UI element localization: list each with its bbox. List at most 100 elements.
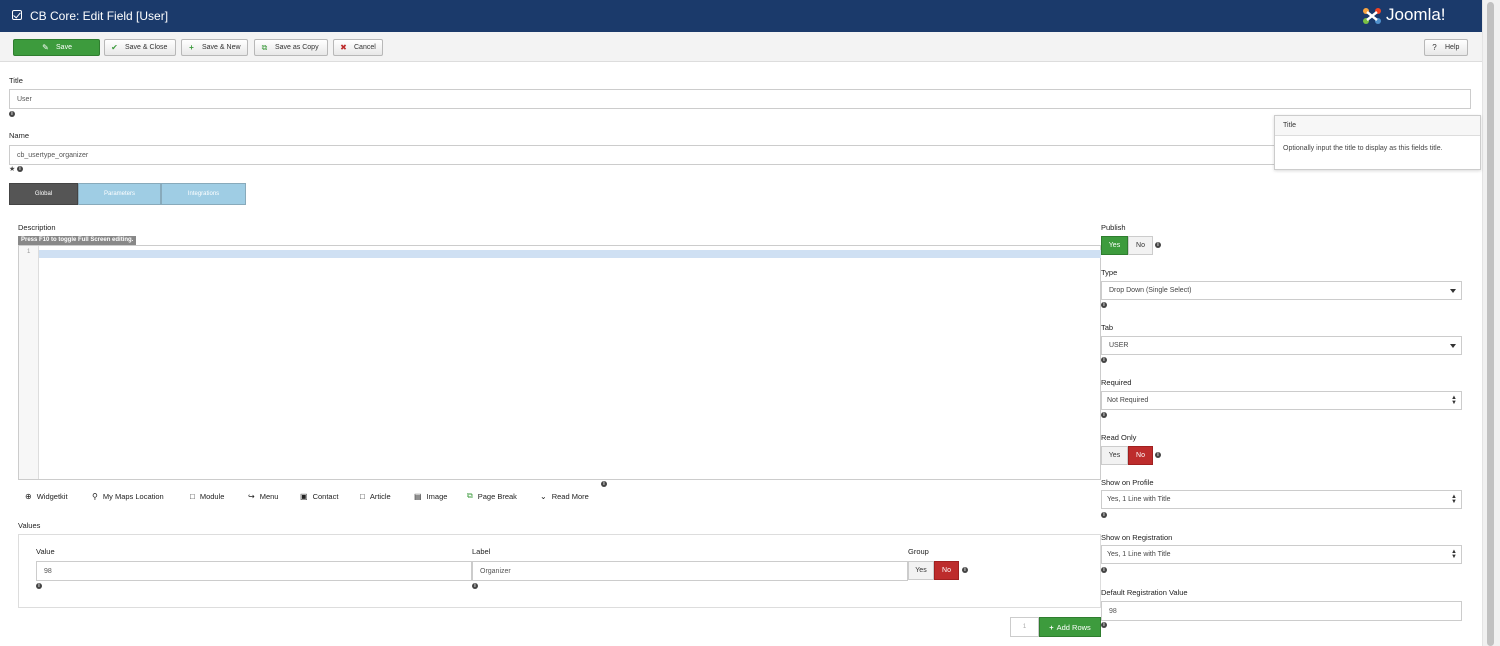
label-column-header: Label	[472, 547, 491, 556]
title-label: Title	[9, 76, 23, 85]
rows-count-input[interactable]: 1	[1010, 617, 1039, 637]
info-icon[interactable]: i	[36, 583, 42, 589]
group-no-option[interactable]: No	[934, 561, 959, 580]
file-icon: □	[190, 491, 195, 501]
info-icon[interactable]: i	[9, 111, 15, 117]
page-title: CB Core: Edit Field [User]	[30, 9, 169, 23]
show-on-profile-select[interactable]: Yes, 1 Line with Title ▲ ▼	[1101, 490, 1462, 509]
edit-icon: ✎	[42, 43, 49, 52]
image-icon: ▤	[414, 491, 422, 501]
info-icon[interactable]: i	[601, 481, 607, 487]
updown-arrows-icon: ▲ ▼	[1451, 494, 1457, 505]
publish-yes-option[interactable]: Yes	[1101, 236, 1128, 255]
required-label: Required	[1101, 378, 1132, 387]
value-column-header: Value	[36, 547, 55, 556]
group-toggle[interactable]: Yes No	[908, 561, 959, 580]
copy-icon: ⧉	[467, 491, 473, 500]
image-button[interactable]: ▤ Image	[414, 488, 447, 504]
publish-no-option[interactable]: No	[1128, 236, 1153, 255]
menu-button[interactable]: ↪ Menu	[248, 488, 278, 504]
scrollbar-thumb[interactable]	[1487, 2, 1494, 646]
address-book-icon: ▣	[300, 491, 308, 501]
group-column-header: Group	[908, 547, 929, 556]
title-input[interactable]: User	[9, 89, 1471, 109]
save-copy-button[interactable]: ⧉ Save as Copy	[254, 39, 328, 56]
type-label: Type	[1101, 268, 1118, 277]
plus-circle-icon: ⊕	[25, 491, 32, 501]
info-icon[interactable]: i	[472, 583, 478, 589]
checkbox-icon	[12, 10, 22, 20]
code-editor[interactable]: 1	[18, 245, 1101, 480]
tooltip-body: Optionally input the title to display as…	[1283, 145, 1443, 152]
question-icon: ?	[1432, 43, 1437, 52]
tab-integrations[interactable]: Integrations	[161, 183, 246, 205]
share-icon: ↪	[248, 491, 255, 501]
save-close-button[interactable]: ✔ Save & Close	[104, 39, 176, 56]
tab-select[interactable]: USER	[1101, 336, 1462, 355]
read-only-label: Read Only	[1101, 433, 1137, 442]
group-yes-option[interactable]: Yes	[908, 561, 934, 580]
publish-toggle[interactable]: Yes No	[1101, 236, 1153, 255]
plus-icon: +	[1049, 622, 1054, 632]
header-bar	[0, 0, 1482, 32]
required-star-icon: ★	[9, 166, 16, 173]
info-icon[interactable]: i	[1101, 302, 1107, 308]
widgetkit-button[interactable]: ⊕ Widgetkit	[25, 488, 68, 504]
my-maps-location-button[interactable]: ⚲ My Maps Location	[92, 488, 164, 504]
joomla-brand: Joomla!	[1386, 5, 1446, 24]
editor-gutter	[19, 246, 39, 479]
info-icon[interactable]: i	[1155, 242, 1161, 248]
cancel-button[interactable]: ✖ Cancel	[333, 39, 383, 56]
joomla-logo-icon	[1363, 8, 1381, 24]
save-new-button[interactable]: + Save & New	[181, 39, 248, 56]
copy-icon: ⧉	[261, 43, 268, 52]
tab-global[interactable]: Global	[9, 183, 78, 205]
caret-down-icon	[1450, 344, 1456, 348]
values-label: Values	[18, 521, 41, 530]
show-on-registration-label: Show on Registration	[1101, 533, 1173, 542]
type-select[interactable]: Drop Down (Single Select)	[1101, 281, 1462, 300]
updown-arrows-icon: ▲ ▼	[1451, 395, 1457, 406]
default-registration-value-label: Default Registration Value	[1101, 588, 1188, 597]
active-line	[39, 250, 1101, 258]
publish-label: Publish	[1101, 223, 1126, 232]
info-icon[interactable]: i	[1101, 357, 1107, 363]
tab-parameters[interactable]: Parameters	[78, 183, 161, 205]
read-more-button[interactable]: ⌄ Read More	[540, 488, 589, 504]
plus-icon: +	[189, 43, 194, 52]
tab-label: Tab	[1101, 323, 1114, 332]
add-rows-button[interactable]: + Add Rows	[1039, 617, 1101, 637]
cancel-icon: ✖	[340, 43, 347, 52]
module-button[interactable]: □ Module	[190, 488, 224, 504]
fullscreen-hint: Press F10 to toggle Full Screen editing.	[18, 236, 137, 245]
info-icon[interactable]: i	[1101, 567, 1107, 573]
read-only-yes-option[interactable]: Yes	[1101, 446, 1128, 465]
info-icon[interactable]: i	[1101, 622, 1107, 628]
name-input[interactable]: cb_usertype_organizer	[9, 145, 1275, 165]
required-select[interactable]: Not Required ▲ ▼	[1101, 391, 1462, 410]
info-icon[interactable]: i	[17, 166, 23, 172]
info-icon[interactable]: i	[1101, 412, 1107, 418]
map-pin-icon: ⚲	[92, 491, 98, 501]
file-icon: □	[360, 491, 365, 501]
save-button[interactable]: ✎ Save	[13, 39, 100, 56]
check-icon: ✔	[111, 43, 118, 52]
chevron-down-icon: ⌄	[540, 491, 547, 501]
label-input[interactable]: Organizer	[472, 561, 908, 581]
show-on-registration-select[interactable]: Yes, 1 Line with Title ▲ ▼	[1101, 545, 1462, 564]
info-icon[interactable]: i	[1155, 452, 1161, 458]
show-on-profile-label: Show on Profile	[1101, 478, 1154, 487]
read-only-toggle[interactable]: Yes No	[1101, 446, 1153, 465]
contact-button[interactable]: ▣ Contact	[300, 488, 338, 504]
name-label: Name	[9, 131, 30, 140]
value-input[interactable]: 98	[36, 561, 472, 581]
default-registration-value-input[interactable]: 98	[1101, 601, 1462, 621]
info-icon[interactable]: i	[962, 567, 968, 573]
article-button[interactable]: □ Article	[360, 488, 391, 504]
line-number: 1	[27, 249, 31, 255]
tooltip-title: Title	[1275, 116, 1480, 136]
page-break-button[interactable]: ⧉ Page Break	[467, 488, 517, 504]
help-button[interactable]: ? Help	[1424, 39, 1468, 56]
info-icon[interactable]: i	[1101, 512, 1107, 518]
read-only-no-option[interactable]: No	[1128, 446, 1153, 465]
